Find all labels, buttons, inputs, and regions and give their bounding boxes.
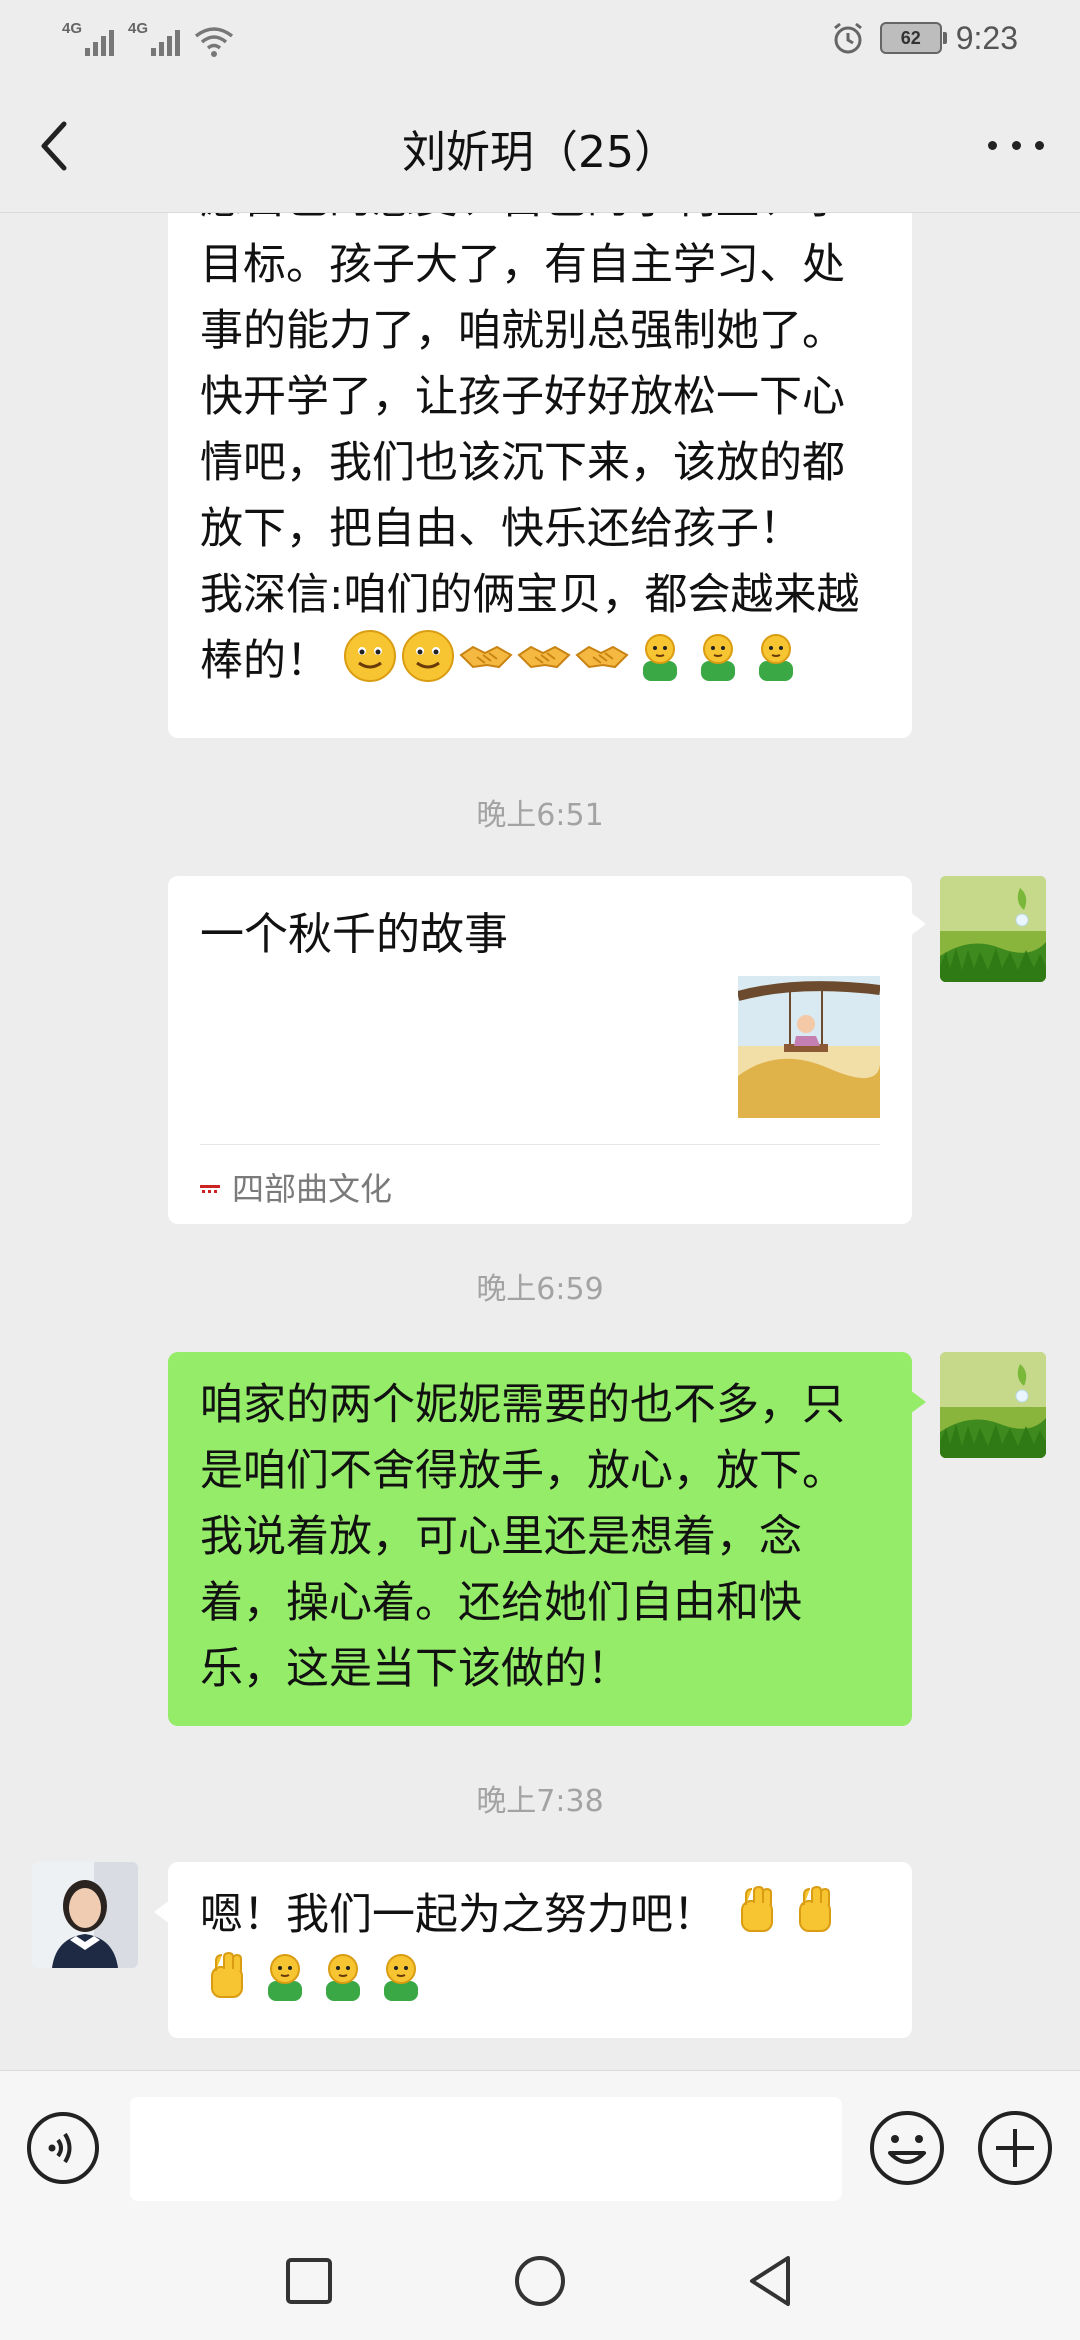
message-line: 咱家的两个妮妮需要的也不多，只 [200, 1380, 845, 1430]
status-left: 4G 4G [62, 18, 234, 58]
fist-emoji-icon [740, 1885, 773, 1932]
message-line: 快开学了，让孩子好好放松一下心 [200, 372, 845, 422]
message-line: 嗯！我们一起为之努力吧！ [200, 1882, 880, 1948]
person-emoji-icon [642, 634, 677, 681]
message-line: 我说着放，可心里还是想着，念 [200, 1512, 802, 1562]
link-card-source: 四部曲文化 [200, 1156, 392, 1222]
chat-header: 刘妡玥（25） [0, 78, 1080, 213]
chat-messages[interactable]: 愿自己的感受、自己的小利益、小 目标。孩子大了，有自主学习、处 事的能力了，咱就… [0, 212, 1080, 2070]
link-card-separator [200, 1144, 880, 1145]
message-line: 目标。孩子大了，有自主学习、处 [200, 240, 845, 290]
handshake-emoji-icon [459, 645, 513, 669]
message-line: 事的能力了，咱就别总强制她了。 [200, 306, 845, 356]
person-emoji-icon [326, 1954, 360, 2001]
timestamp: 晚上6:59 [476, 1272, 604, 1307]
back-nav-icon[interactable] [742, 2252, 800, 2310]
timestamp: 晚上6:51 [476, 798, 604, 833]
network-type: 4G [128, 20, 149, 37]
cell-signal-icon: 4G [128, 20, 180, 58]
message-line [200, 1948, 880, 2014]
wifi-icon [194, 27, 234, 57]
fist-emoji-icon [798, 1885, 831, 1932]
handshake-emoji-icon [575, 645, 629, 669]
message-line: 我深信:咱们的俩宝贝，都会越来越 [200, 570, 860, 620]
voice-icon[interactable] [26, 2111, 100, 2185]
alarm-icon [833, 22, 862, 54]
person-emoji-icon [700, 634, 735, 681]
message-line: 是咱们不舍得放手，放心，放下。 [200, 1446, 845, 1496]
timestamp: 晚上7:38 [476, 1784, 604, 1819]
message-input[interactable] [130, 2097, 842, 2201]
person-emoji-icon [268, 1954, 302, 2001]
system-nav-bar [0, 2222, 1080, 2340]
self-avatar[interactable] [940, 876, 1046, 982]
network-type: 4G [62, 20, 83, 37]
fist-emoji-icon [211, 1951, 243, 1998]
link-card-title: 一个秋千的故事 [200, 909, 508, 960]
handshake-emoji-icon [517, 645, 571, 669]
battery-indicator: 62 [879, 22, 947, 54]
link-card-source-name: 四部曲文化 [232, 1170, 393, 1208]
home-icon[interactable] [511, 2252, 569, 2310]
message-line: 情吧，我们也该沉下来，该放的都 [200, 438, 845, 488]
input-bar [0, 2070, 1080, 2223]
status-bar: 4G 4G 62 9:23 [0, 0, 1080, 78]
smile-emoji-icon [401, 630, 454, 682]
message-line: 着，操心着。还给她们自由和快 [200, 1578, 802, 1628]
message-line: 乐，这是当下该做的！ [200, 1644, 630, 1694]
person-emoji-icon [384, 1954, 418, 2001]
message-bubble[interactable]: 嗯！我们一起为之努力吧！ [154, 1862, 912, 2038]
message-bubble[interactable]: 咱家的两个妮妮需要的也不多，只 是咱们不舍得放手，放心，放下。 我说着放，可心里… [168, 1352, 926, 1726]
person-emoji-icon [758, 634, 793, 681]
more-icon[interactable] [988, 130, 1044, 160]
contact-avatar[interactable] [32, 1862, 138, 1968]
source-logo-icon [200, 1185, 220, 1193]
message-line: 棒的！ [200, 628, 880, 694]
smile-emoji-icon [343, 630, 396, 682]
link-card-thumbnail [738, 976, 880, 1118]
clock: 9:23 [955, 19, 1018, 56]
chat-title: 刘妡玥（25） [402, 127, 678, 178]
cell-signal-icon: 4G [62, 20, 114, 58]
message-bubble[interactable]: 愿自己的感受、自己的小利益、小 目标。孩子大了，有自主学习、处 事的能力了，咱就… [168, 212, 912, 738]
link-card[interactable]: 一个秋千的故事 四部曲文化 [168, 876, 926, 1224]
message-line: 放下，把自由、快乐还给孩子！ [200, 504, 802, 554]
emoji-icon[interactable] [868, 2109, 946, 2187]
message-line: 愿自己的感受、自己的小利益、小 [200, 212, 880, 232]
status-right: 62 9:23 [830, 16, 1018, 60]
recent-apps-icon[interactable] [280, 2252, 338, 2310]
self-avatar[interactable] [940, 1352, 1046, 1458]
plus-icon[interactable] [976, 2109, 1054, 2187]
